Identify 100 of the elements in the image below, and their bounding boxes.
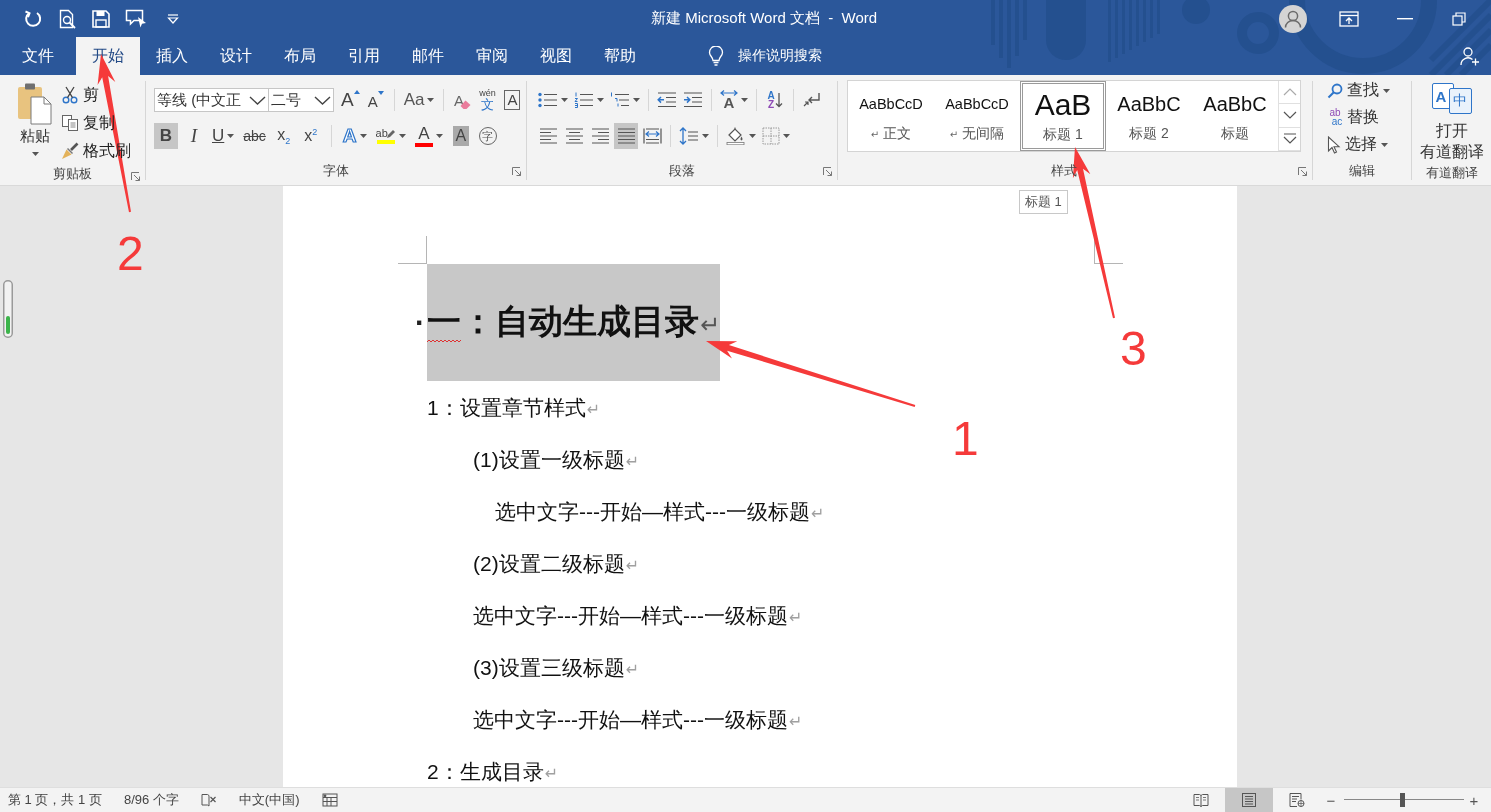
asian-layout-button[interactable]: A (718, 87, 750, 113)
highlight-button[interactable]: ab (373, 123, 408, 149)
annotation-number: 3 (1120, 325, 1147, 373)
zoom-out-button[interactable]: − (1321, 791, 1341, 809)
lightbulb-icon (708, 46, 724, 66)
language-indicator[interactable]: 中文(中国) (238, 791, 300, 809)
ribbon-tab[interactable]: 引用 (332, 37, 396, 75)
multilevel-list-icon (610, 92, 630, 108)
pointer-bubble-icon[interactable] (125, 8, 147, 29)
ribbon-tab[interactable]: 视图 (524, 37, 588, 75)
group-label: 有道翻译 (1425, 163, 1478, 182)
caret-icon (427, 98, 435, 102)
ribbon-tab[interactable]: 帮助 (588, 37, 652, 75)
triangle-down-icon (377, 91, 384, 95)
dialog-launcher-icon[interactable] (1298, 167, 1307, 176)
style-option[interactable]: AaBbC 标题 2 (1106, 81, 1192, 151)
grow-font-button[interactable]: A (339, 87, 362, 113)
align-right-icon (590, 128, 610, 144)
chevron-down-icon (1282, 111, 1297, 120)
paste-icon (17, 83, 53, 125)
bold-button[interactable]: B (154, 123, 178, 149)
minimize-icon[interactable] (1397, 17, 1413, 20)
crop-mark (398, 236, 427, 264)
dialog-launcher-icon[interactable] (823, 167, 832, 176)
paragraph-text: (3)设置三级标题↵ (473, 655, 640, 681)
distribute-icon (642, 128, 662, 144)
justify-button[interactable] (614, 123, 638, 149)
ribbon-tab[interactable]: 邮件 (396, 37, 460, 75)
copy-icon (61, 114, 79, 132)
paragraph-text: 选中文字---开始—样式---一级标题↵ (473, 707, 803, 733)
book-icon[interactable] (200, 793, 217, 807)
sort-button[interactable]: A Z (763, 87, 787, 113)
circular-arrow-icon[interactable] (23, 8, 43, 29)
style-option[interactable]: AaBbC 标题 (1192, 81, 1278, 151)
caret-icon (597, 98, 604, 102)
paragraph-text: 选中文字---开始—样式---一级标题↵ (473, 603, 803, 629)
ribbon-tab[interactable]: 布局 (268, 37, 332, 75)
tooltip: 标题 1 (1019, 190, 1068, 214)
ribbon-tab[interactable]: 文件 (6, 37, 70, 75)
paragraph-text: (2)设置二级标题↵ (473, 551, 640, 577)
restore-icon[interactable] (1452, 11, 1466, 26)
page-icon (1241, 793, 1257, 807)
font-size-dropdown[interactable]: 二号 (269, 88, 334, 112)
shrink-font-button[interactable]: A (364, 87, 387, 113)
avatar-icon[interactable] (1279, 4, 1307, 33)
subscript-button[interactable]: x$_{2}$ (272, 123, 295, 149)
page-count[interactable]: 第 1 页，共 1 页 (8, 791, 102, 809)
superscript-button[interactable]: x$^{2}$ (299, 123, 322, 149)
level-gauge-icon (3, 280, 13, 338)
translate-button[interactable]: A 中 打开 有道翻译 (1419, 83, 1484, 163)
ribbon-tab[interactable]: 审阅 (460, 37, 524, 75)
style-option[interactable]: AaBbCcD ↵ 无间隔 (934, 81, 1020, 151)
caret-icon (227, 134, 235, 138)
word-count[interactable]: 8/96 个字 (123, 791, 179, 809)
grid-icon[interactable] (321, 793, 338, 807)
font-name-dropdown[interactable]: 等线 (中文正 (154, 88, 269, 112)
caret-icon (435, 134, 443, 138)
font-color-button[interactable]: A (412, 123, 445, 149)
style-option[interactable]: AaB 标题 1 (1020, 81, 1106, 151)
select-button[interactable]: 选择 (1327, 131, 1411, 158)
slider-thumb[interactable] (1399, 793, 1405, 807)
print-layout-button[interactable] (1225, 788, 1273, 812)
zoom-in-button[interactable]: + (1464, 791, 1484, 809)
open-book-icon (1193, 793, 1209, 807)
group-label: 字体 (323, 162, 349, 180)
paint-bucket-icon (726, 127, 746, 145)
caret-icon (741, 98, 748, 102)
italic-button[interactable]: I (183, 123, 205, 149)
save-icon[interactable] (91, 8, 111, 29)
caret-icon (702, 134, 709, 138)
strikethrough-button[interactable]: abc (241, 123, 268, 149)
heading-text: 一：自动生成目录↵ (427, 302, 721, 340)
align-left-icon (538, 128, 558, 144)
dialog-launcher-icon[interactable] (131, 172, 140, 181)
dropdown-icon[interactable] (167, 13, 179, 24)
add-person-icon[interactable] (1460, 46, 1480, 66)
find-button[interactable]: 查找 (1327, 77, 1411, 104)
tell-me-search[interactable]: 操作说明搜索 (738, 47, 822, 65)
ribbon-tab[interactable]: 设计 (204, 37, 268, 75)
caret-icon (633, 98, 640, 102)
paste-button[interactable]: 粘贴 (12, 81, 58, 165)
paintbrush-icon (61, 142, 79, 160)
change-case-button[interactable]: Aa (401, 87, 437, 113)
document-search-icon[interactable] (57, 8, 77, 29)
group-label: 编辑 (1349, 162, 1375, 180)
expand-gallery-icon (1282, 133, 1297, 145)
ribbon-display-icon[interactable] (1339, 10, 1359, 27)
group-label: 段落 (669, 162, 695, 180)
caret-icon (359, 134, 367, 138)
ribbon-tab[interactable]: 插入 (140, 37, 204, 75)
paragraph-mark-icon (803, 92, 821, 108)
line-spacing-icon (679, 127, 699, 145)
dialog-launcher-icon[interactable] (512, 167, 521, 176)
zoom-slider[interactable] (1344, 793, 1464, 807)
phonetic-guide-button[interactable]: wén 文 (476, 87, 499, 113)
triangle-up-icon (353, 90, 360, 94)
underline-button[interactable]: U (210, 123, 237, 149)
annotation-number: 2 (117, 230, 144, 278)
style-option[interactable]: AaBbCcD ↵ 正文 (848, 81, 934, 151)
chevron-up-icon (1282, 88, 1297, 97)
